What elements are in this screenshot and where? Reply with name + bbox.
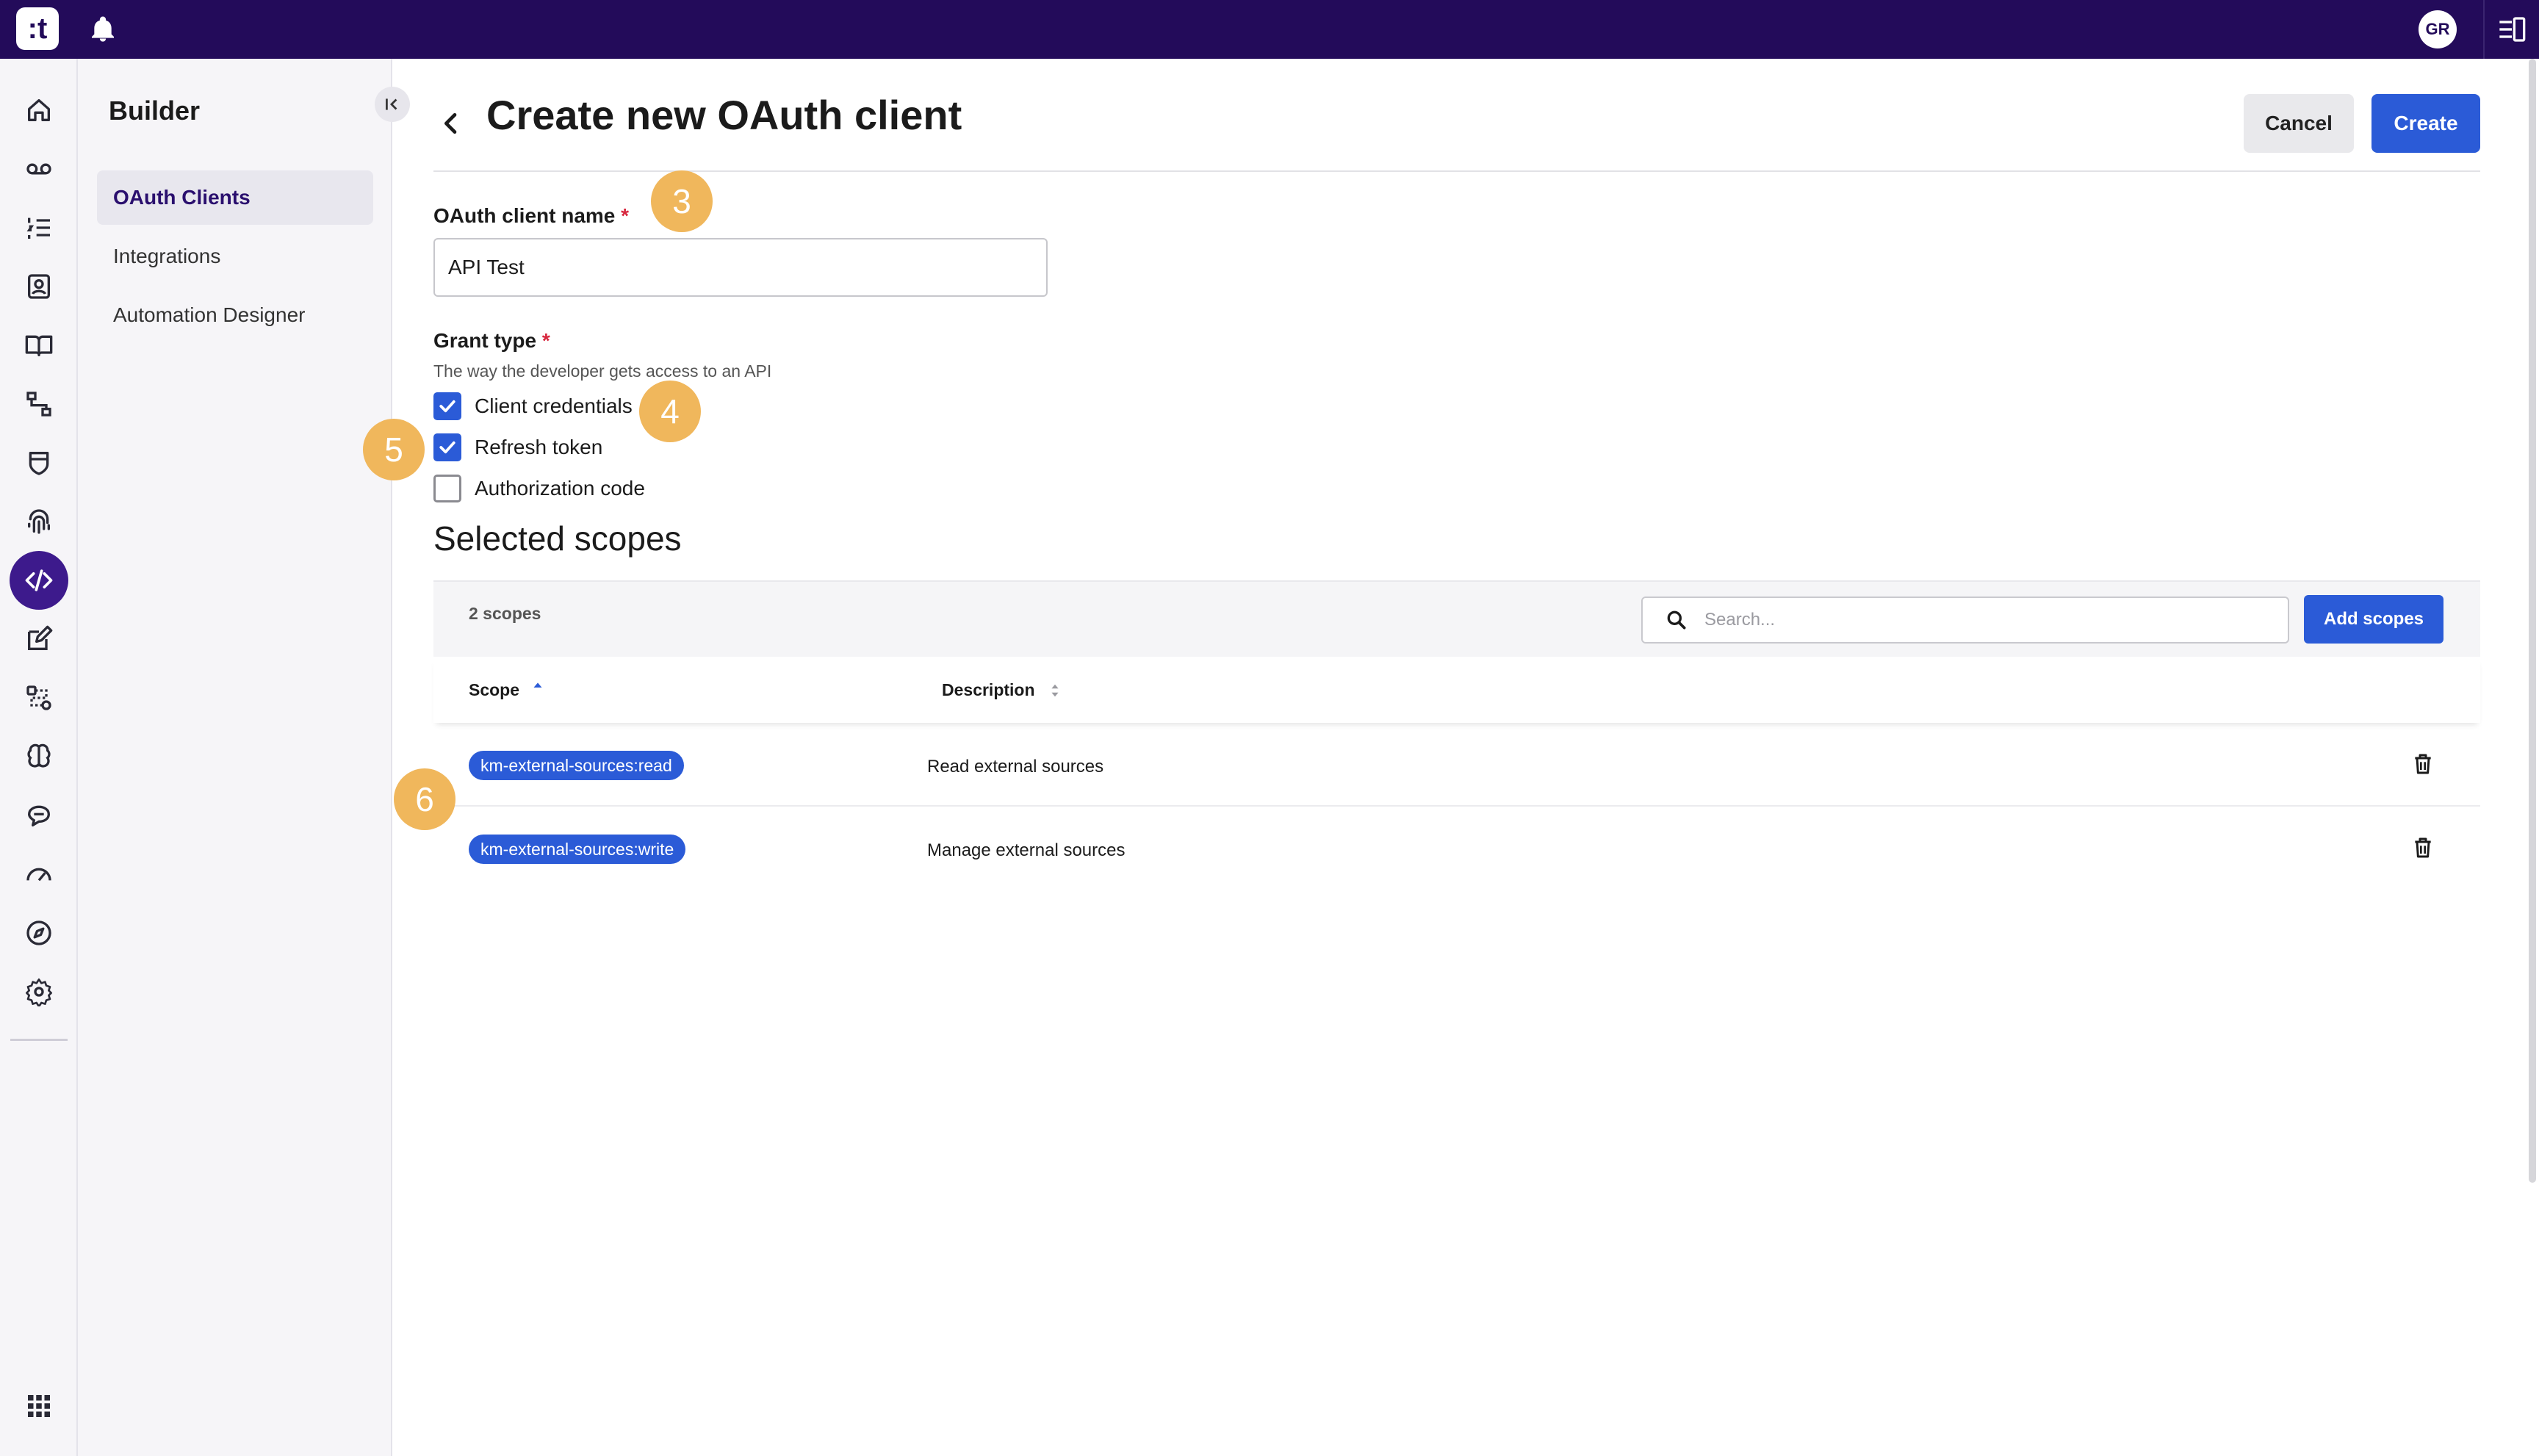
- sidebar-item-integrations[interactable]: Integrations: [97, 229, 373, 284]
- scope-description: Manage external sources: [927, 840, 1126, 860]
- client-name-input[interactable]: API Test: [433, 238, 1048, 297]
- app-logo[interactable]: :t: [16, 7, 59, 50]
- grant-type-label: Grant type *: [433, 329, 550, 352]
- table-row: km-external-sources:read Read external s…: [433, 723, 2480, 807]
- required-mark: *: [541, 329, 550, 352]
- search-icon: [1667, 610, 1686, 630]
- step-marker-5: 5: [363, 419, 425, 480]
- knowledge-book-icon[interactable]: [18, 325, 60, 366]
- checkbox-label: Refresh token: [475, 436, 603, 458]
- sidebar-title: Builder: [109, 95, 201, 126]
- grant-authorization-code[interactable]: Authorization code: [433, 475, 645, 502]
- collapse-sidebar-button[interactable]: [375, 87, 410, 122]
- cancel-button[interactable]: Cancel: [2244, 94, 2354, 153]
- scope-chip: km-external-sources:write: [469, 835, 686, 864]
- shield-icon[interactable]: [18, 442, 60, 483]
- search-placeholder: Search...: [1704, 610, 1776, 630]
- checkbox-unchecked[interactable]: [433, 475, 461, 502]
- builder-sidebar: Builder OAuth Clients Integrations Autom…: [78, 59, 410, 1456]
- table-row: km-external-sources:write Manage externa…: [433, 807, 2480, 890]
- list-icon[interactable]: [18, 207, 60, 248]
- header-divider: [433, 170, 2480, 172]
- checkbox-checked[interactable]: [433, 433, 461, 461]
- sidebar-item-label: Automation Designer: [113, 303, 306, 326]
- checkbox-label: Client credentials: [475, 394, 633, 417]
- top-bar: [0, 0, 2539, 59]
- check-icon: [439, 441, 455, 454]
- required-mark: *: [621, 204, 630, 227]
- contacts-icon[interactable]: [18, 266, 60, 307]
- create-button[interactable]: Create: [2371, 94, 2480, 153]
- brain-icon[interactable]: [18, 736, 60, 777]
- checkbox-checked[interactable]: [433, 392, 461, 420]
- panel-toggle-icon[interactable]: [2483, 0, 2539, 59]
- scopes-toolbar: 2 scopes Search... Add scopes: [433, 580, 2480, 657]
- apps-grid-icon[interactable]: [18, 1385, 60, 1427]
- rail-divider: [10, 1039, 68, 1041]
- grant-client-credentials[interactable]: Client credentials: [433, 392, 633, 420]
- sidebar-item-label: Integrations: [113, 245, 221, 267]
- icon-rail: [0, 59, 78, 1456]
- selected-scopes-title: Selected scopes: [433, 519, 682, 558]
- chat-icon[interactable]: [18, 795, 60, 836]
- column-description[interactable]: Description: [942, 680, 1063, 700]
- trash-icon[interactable]: [2408, 749, 2438, 779]
- sort-icon: [1051, 684, 1059, 696]
- collapse-icon: [386, 98, 397, 110]
- grant-refresh-token[interactable]: Refresh token: [433, 433, 602, 461]
- trash-icon[interactable]: [2408, 833, 2438, 862]
- sidebar-item-label: OAuth Clients: [113, 186, 251, 209]
- bell-icon[interactable]: [88, 15, 118, 44]
- check-icon: [439, 400, 455, 413]
- sort-asc-icon: [533, 682, 542, 688]
- step-marker-6: 6: [394, 768, 455, 830]
- scope-search-input[interactable]: Search...: [1641, 597, 2289, 644]
- sidebar-item-oauth-clients[interactable]: OAuth Clients: [97, 170, 373, 225]
- page-title: Create new OAuth client: [486, 92, 962, 138]
- workflow-icon[interactable]: [18, 677, 60, 718]
- flow-icon[interactable]: [18, 383, 60, 425]
- avatar[interactable]: GR: [2419, 10, 2457, 48]
- step-marker-4: 4: [639, 381, 701, 442]
- checkbox-label: Authorization code: [475, 477, 645, 500]
- client-name-label: OAuth client name *: [433, 204, 630, 227]
- voicemail-icon[interactable]: [18, 148, 60, 190]
- grant-type-help: The way the developer gets access to an …: [433, 361, 772, 381]
- compass-icon[interactable]: [18, 912, 60, 954]
- scrollbar[interactable]: [2529, 59, 2536, 1183]
- code-icon[interactable]: [10, 551, 68, 610]
- home-icon[interactable]: [18, 90, 60, 131]
- scope-count: 2 scopes: [469, 604, 541, 623]
- gauge-icon[interactable]: [18, 854, 60, 895]
- edit-icon[interactable]: [18, 619, 60, 660]
- column-scope[interactable]: Scope: [469, 680, 546, 700]
- fingerprint-icon[interactable]: [18, 501, 60, 542]
- table-header: Scope Description: [433, 657, 2480, 723]
- gear-icon[interactable]: [18, 971, 60, 1012]
- back-icon[interactable]: [436, 109, 466, 138]
- scope-description: Read external sources: [927, 757, 1104, 776]
- sidebar-item-automation-designer[interactable]: Automation Designer: [97, 288, 373, 342]
- add-scopes-button[interactable]: Add scopes: [2304, 595, 2443, 644]
- scope-chip: km-external-sources:read: [469, 751, 684, 780]
- step-marker-3: 3: [651, 170, 713, 232]
